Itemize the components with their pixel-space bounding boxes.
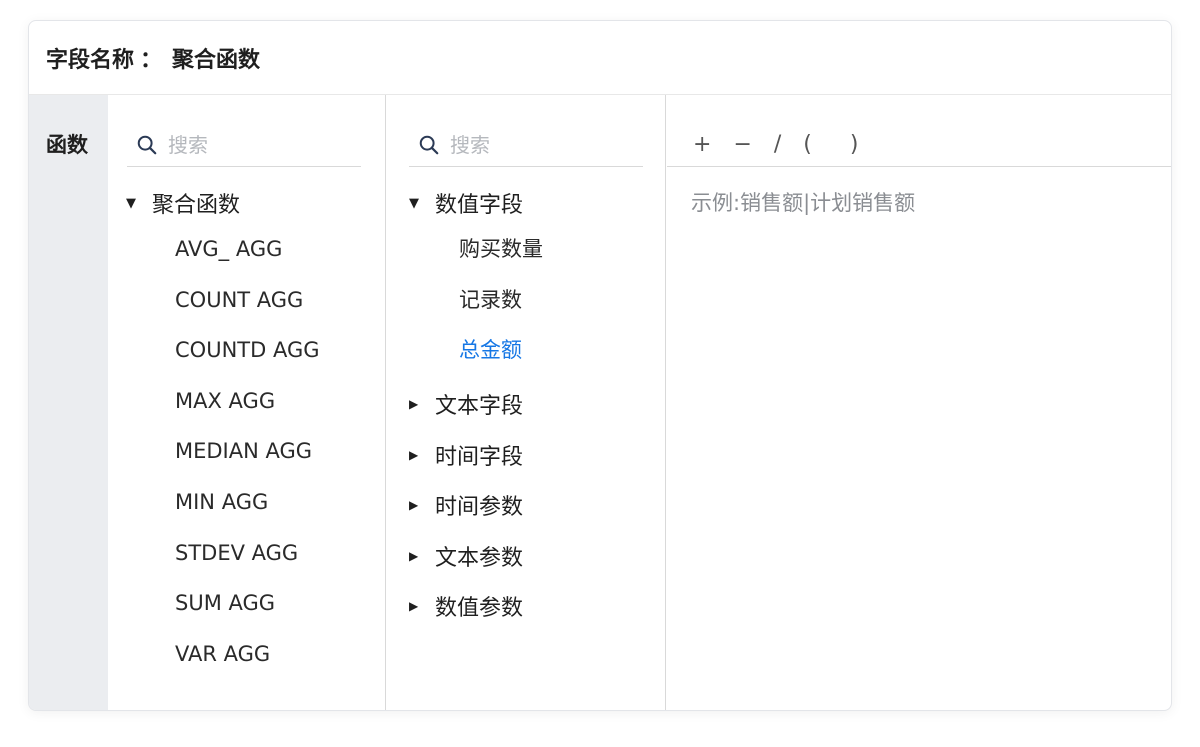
caret-right-icon: ▶ [409,599,419,614]
function-item[interactable]: MIN AGG [175,490,268,514]
field-group[interactable]: ▶ 文本字段 [409,388,523,420]
function-item[interactable]: AVG_ AGG [175,237,282,261]
field-item[interactable]: 记录数 [459,284,522,314]
function-item[interactable]: COUNTD AGG [175,338,320,362]
function-list-panel: ▼ 聚合函数 AVG_ AGG COUNT AGG COUNTD AGG MAX AG… [108,95,386,710]
caret-right-icon: ▶ [409,498,419,513]
caret-right-icon: ▶ [409,548,419,563]
expression-editor-panel: + − / () 示例:销售额|计划销售额 [667,95,1171,710]
field-name-label: 字段名称 [46,47,135,73]
field-item[interactable]: 总金额 [459,334,522,364]
operator-button[interactable]: ( [803,132,812,157]
caret-down-icon: ▼ [409,195,419,211]
sidebar-label: 函数 [46,133,88,157]
operator-button[interactable]: / [774,132,781,157]
field-group[interactable]: ▶ 文本参数 [409,540,523,572]
field-name-separator: ： [140,47,163,73]
operator-toolbar: + − / () [667,123,1171,167]
field-name-value: 聚合函数 [172,47,261,73]
field-group[interactable]: ▶ 时间字段 [409,439,523,471]
operator-button[interactable]: ) [850,132,859,157]
field-group-label: 时间字段 [435,444,524,470]
function-group[interactable]: ▼ 聚合函数 [126,187,240,219]
function-search-input[interactable] [168,132,338,157]
field-group-label: 数值参数 [435,596,524,622]
function-search [127,123,361,167]
field-group-numeric[interactable]: ▼ 数值字段 [409,187,523,219]
field-group-label: 数值字段 [435,193,524,218]
field-group[interactable]: ▶ 时间参数 [409,489,523,521]
expression-input[interactable]: 示例:销售额|计划销售额 [691,187,915,217]
function-item[interactable]: COUNT AGG [175,288,303,312]
field-group[interactable]: ▶ 数值参数 [409,590,523,622]
function-group-label: 聚合函数 [152,193,241,218]
formula-editor-card: 字段名称 ： 聚合函数 函数 ▼ 聚合函数 AVG_ AGG COUNT AGG C… [28,20,1172,711]
field-list-panel: ▼ 数值字段 购买数量记录数总金额 ▶ 文本字段 ▶ 时间字段 ▶ 时间参数 ▶ 文本参数 ▶ 数值… [386,95,666,710]
search-icon [419,135,439,154]
function-item[interactable]: SUM AGG [175,591,275,615]
caret-right-icon: ▶ [409,397,419,411]
function-item[interactable]: MEDIAN AGG [175,439,312,463]
field-group-label: 文本参数 [435,545,524,571]
caret-down-icon: ▼ [126,195,136,211]
search-icon [137,135,157,154]
field-group-label: 时间参数 [435,495,524,521]
function-item[interactable]: STDEV AGG [175,541,298,565]
field-name-header: 字段名称 ： 聚合函数 [29,21,1171,95]
caret-right-icon: ▶ [409,447,419,462]
function-item[interactable]: VAR AGG [175,642,270,666]
field-search [409,123,643,167]
field-item[interactable]: 购买数量 [459,233,543,263]
field-search-input[interactable] [450,132,620,157]
function-item[interactable]: MAX AGG [175,389,275,413]
field-group-label: 文本字段 [435,394,524,419]
operator-button[interactable]: + [693,132,711,157]
operator-button[interactable]: − [733,132,751,157]
sidebar: 函数 [29,95,108,710]
